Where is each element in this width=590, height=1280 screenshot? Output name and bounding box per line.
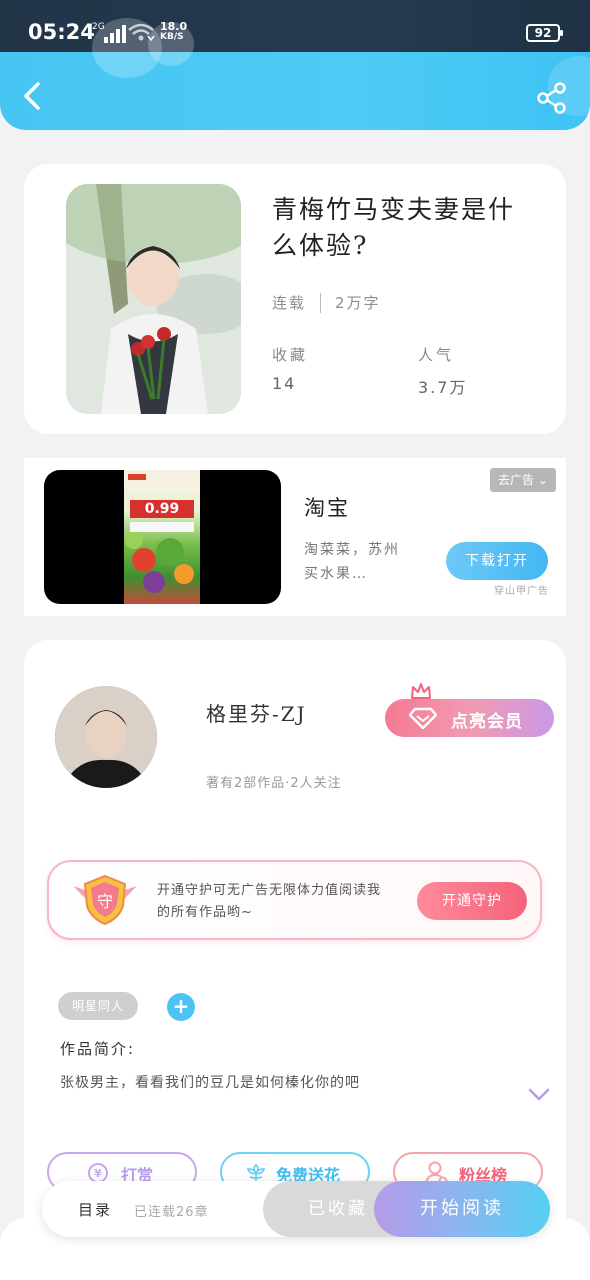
author-avatar[interactable] [55,686,157,788]
ad-download-button[interactable]: 下载打开 [446,542,548,580]
back-button[interactable] [16,78,52,114]
open-guard-button[interactable]: 开通守护 [417,882,527,920]
share-icon [537,82,566,114]
book-meta: 连载 2万字 [272,292,381,313]
status-bar: 05:24 2G 18.0 KB/S 92 [0,0,590,78]
book-info-card: 青梅竹马变夫妻是什么体验? 连载 2万字 收藏 14 人气 3.7万 [24,164,566,434]
net-speed: 18.0 KB/S [160,20,188,42]
category-tag[interactable]: 明星同人 [58,992,138,1020]
favorites-value: 14 [272,374,297,393]
popularity-value: 3.7万 [418,378,468,397]
book-cover-image[interactable] [66,184,241,414]
guard-banner: 守 开通守护可无广告无限体力值阅读我的所有作品哟~ 开通守护 [47,860,542,940]
crown-icon [411,683,431,699]
diamond-icon [409,707,437,729]
wifi-icon [128,23,155,42]
bottom-action-bar: 目录 已连载26章 已收藏 开始阅读 [42,1181,550,1237]
toc-button[interactable]: 目录 [78,1199,112,1220]
serial-status: 已连载26章 [134,1205,209,1220]
network-type: 2G [92,22,105,32]
ad-source-label: 穿山甲广告 [494,586,549,597]
top-header: 05:24 2G 18.0 KB/S 92 [0,0,590,130]
author-name: 格里芬-ZJ [206,702,307,726]
ad-poster-image [124,470,200,604]
battery-indicator: 92 [526,24,563,42]
intro-text: 张极男主，看看我们的豆几是如何榛化你的吧 [60,1075,360,1091]
svg-text:¥: ¥ [94,1167,102,1180]
ad-description: 淘菜菜，苏州买水果… [304,542,400,582]
expand-chevron-icon[interactable] [528,1088,550,1102]
ad-poster-price: 0.99 [130,500,194,518]
favorites-label: 收藏 [272,346,309,364]
add-tag-button[interactable]: + [167,993,195,1021]
chevron-left-icon [24,82,40,110]
author-info: 著有2部作品·2人关注 [206,776,342,791]
ad-banner[interactable]: 0.99 去广告 ⌄ 淘宝 淘菜菜，苏州买水果… 下载打开 穿山甲广告 [24,458,566,616]
book-status: 连载 [272,294,307,312]
guard-shield-icon: 守 [73,874,137,926]
divider [320,292,322,313]
vip-button[interactable]: 点亮会员 [385,699,554,737]
svg-text:守: 守 [97,892,113,911]
start-reading-button[interactable]: 开始阅读 [374,1181,550,1237]
share-button[interactable] [534,80,570,116]
popularity-label: 人气 [418,346,455,364]
status-time: 05:24 [28,20,95,44]
guard-description: 开通守护可无广告无限体力值阅读我的所有作品哟~ [157,883,382,920]
chevron-down-icon: ⌄ [537,473,548,487]
book-title: 青梅竹马变夫妻是什么体验? [272,195,516,260]
book-word-count: 2万字 [335,294,381,312]
signal-icon [104,25,126,43]
remove-ad-button[interactable]: 去广告 ⌄ [490,468,556,492]
intro-label: 作品简介: [60,1040,136,1058]
ad-video[interactable]: 0.99 [44,470,281,604]
ad-app-name: 淘宝 [304,496,350,520]
